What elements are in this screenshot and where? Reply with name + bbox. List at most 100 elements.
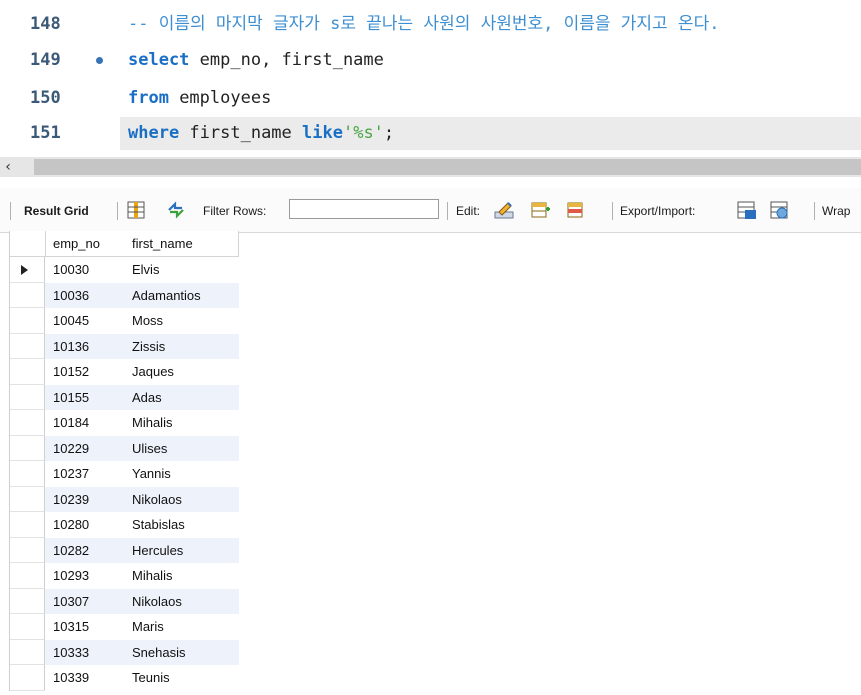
cell-emp-no[interactable]: 10282 bbox=[45, 537, 129, 563]
row-selector[interactable] bbox=[10, 410, 45, 436]
sql-statement: select emp_no, first_name bbox=[128, 44, 384, 77]
cell-first-name[interactable]: Moss bbox=[129, 308, 239, 334]
add-row-icon[interactable] bbox=[531, 201, 551, 219]
row-selector[interactable] bbox=[10, 257, 45, 283]
code-line-151[interactable]: 151 where first_name like'%s'; bbox=[0, 117, 861, 150]
line-number: 150 bbox=[30, 88, 61, 108]
sql-string: '%s' bbox=[342, 123, 384, 143]
sql-text: first_name bbox=[179, 123, 303, 143]
sql-text: employees bbox=[168, 88, 272, 108]
row-selector[interactable] bbox=[10, 486, 45, 512]
sql-keyword: like bbox=[302, 123, 343, 143]
sql-statement: where first_name like'%s'; bbox=[128, 117, 394, 150]
sql-text: emp_no, first_name bbox=[189, 50, 384, 70]
cell-first-name[interactable]: Yannis bbox=[129, 461, 239, 487]
edit-pencil-icon[interactable] bbox=[494, 201, 514, 219]
sql-statement: from employees bbox=[128, 82, 271, 115]
cell-emp-no[interactable]: 10036 bbox=[45, 282, 129, 308]
filter-rows-input[interactable] bbox=[289, 199, 439, 219]
wrap-cell-content-label[interactable]: Wrap bbox=[822, 204, 850, 218]
row-selector[interactable] bbox=[10, 588, 45, 614]
code-line-149[interactable]: 149 select emp_no, first_name bbox=[0, 44, 861, 77]
cell-emp-no[interactable]: 10030 bbox=[45, 257, 129, 283]
scroll-left-icon[interactable]: ‹ bbox=[0, 157, 16, 177]
code-line-148[interactable]: 148 -- 이름의 마지막 글자가 s로 끝나는 사원의 사원번호, 이름을 … bbox=[0, 8, 861, 41]
cell-emp-no[interactable]: 10293 bbox=[45, 563, 129, 589]
cell-first-name[interactable]: Mihalis bbox=[129, 563, 239, 589]
scrollbar-thumb[interactable] bbox=[34, 159, 861, 175]
cell-first-name[interactable]: Teunis bbox=[129, 665, 239, 691]
refresh-icon[interactable] bbox=[166, 201, 186, 219]
row-selector[interactable] bbox=[10, 614, 45, 640]
cell-first-name[interactable]: Zissis bbox=[129, 333, 239, 359]
row-selector[interactable] bbox=[10, 665, 45, 691]
cell-emp-no[interactable]: 10136 bbox=[45, 333, 129, 359]
cell-emp-no[interactable]: 10315 bbox=[45, 614, 129, 640]
cell-emp-no[interactable]: 10229 bbox=[45, 435, 129, 461]
sql-text: ; bbox=[383, 123, 395, 143]
cell-first-name[interactable]: Adas bbox=[129, 384, 239, 410]
row-selector[interactable] bbox=[10, 537, 45, 563]
cell-first-name[interactable]: Mihalis bbox=[129, 410, 239, 436]
line-number: 149 bbox=[30, 50, 61, 70]
cell-emp-no[interactable]: 10239 bbox=[45, 486, 129, 512]
result-grid-tab[interactable]: Result Grid bbox=[24, 204, 89, 218]
row-selector[interactable] bbox=[10, 308, 45, 334]
cell-first-name[interactable]: Ulises bbox=[129, 435, 239, 461]
sql-comment: -- 이름의 마지막 글자가 s로 끝나는 사원의 사원번호, 이름을 가지고 … bbox=[128, 14, 720, 34]
line-number: 148 bbox=[30, 14, 61, 34]
import-icon[interactable] bbox=[770, 201, 790, 219]
toolbar-divider bbox=[117, 202, 118, 220]
sql-editor[interactable]: 148 -- 이름의 마지막 글자가 s로 끝나는 사원의 사원번호, 이름을 … bbox=[0, 0, 861, 155]
export-icon[interactable] bbox=[737, 201, 757, 219]
statement-marker-icon bbox=[96, 57, 103, 64]
toolbar-divider bbox=[612, 202, 613, 220]
horizontal-scrollbar[interactable]: ‹ bbox=[0, 157, 861, 177]
sql-keyword: from bbox=[128, 88, 169, 108]
cell-emp-no[interactable]: 10307 bbox=[45, 588, 129, 614]
cell-first-name[interactable]: Stabislas bbox=[129, 512, 239, 538]
current-row-arrow-icon bbox=[21, 265, 28, 275]
toolbar-divider bbox=[814, 202, 815, 220]
row-selector[interactable] bbox=[10, 461, 45, 487]
cell-emp-no[interactable]: 10333 bbox=[45, 639, 129, 665]
sql-keyword: select bbox=[128, 50, 190, 70]
row-selector[interactable] bbox=[10, 359, 45, 385]
row-selector[interactable] bbox=[10, 384, 45, 410]
toolbar-divider bbox=[10, 202, 11, 220]
toolbar-divider bbox=[447, 202, 448, 220]
cell-first-name[interactable]: Hercules bbox=[129, 537, 239, 563]
row-selector-header[interactable] bbox=[10, 231, 46, 257]
cell-first-name[interactable]: Snehasis bbox=[129, 639, 239, 665]
cell-emp-no[interactable]: 10184 bbox=[45, 410, 129, 436]
cell-first-name[interactable]: Jaques bbox=[129, 359, 239, 385]
export-import-label: Export/Import: bbox=[620, 204, 696, 218]
column-header-first-name[interactable]: first_name bbox=[129, 231, 239, 257]
row-selector[interactable] bbox=[10, 435, 45, 461]
row-selector[interactable] bbox=[10, 282, 45, 308]
row-selector[interactable] bbox=[10, 512, 45, 538]
row-selector[interactable] bbox=[10, 333, 45, 359]
cell-emp-no[interactable]: 10339 bbox=[45, 665, 129, 691]
result-toolbar: Result Grid Filter Rows: Edit: Export/Im… bbox=[0, 188, 861, 233]
line-number: 151 bbox=[30, 123, 61, 143]
delete-row-icon[interactable] bbox=[567, 201, 587, 219]
cell-first-name[interactable]: Adamantios bbox=[129, 282, 239, 308]
cell-first-name[interactable]: Elvis bbox=[129, 257, 239, 283]
column-layout-icon[interactable] bbox=[126, 201, 146, 219]
cell-first-name[interactable]: Maris bbox=[129, 614, 239, 640]
row-selector[interactable] bbox=[10, 639, 45, 665]
cell-emp-no[interactable]: 10280 bbox=[45, 512, 129, 538]
result-grid[interactable]: emp_no first_name 10030 Elvis 10036 Adamant… bbox=[9, 231, 239, 691]
cell-emp-no[interactable]: 10152 bbox=[45, 359, 129, 385]
cell-emp-no[interactable]: 10237 bbox=[45, 461, 129, 487]
cell-first-name[interactable]: Nikolaos bbox=[129, 486, 239, 512]
filter-rows-label: Filter Rows: bbox=[203, 204, 267, 218]
row-selector[interactable] bbox=[10, 563, 45, 589]
cell-emp-no[interactable]: 10155 bbox=[45, 384, 129, 410]
code-line-150[interactable]: 150 from employees bbox=[0, 82, 861, 115]
column-header-emp-no[interactable]: emp_no bbox=[46, 231, 130, 257]
cell-first-name[interactable]: Nikolaos bbox=[129, 588, 239, 614]
cell-emp-no[interactable]: 10045 bbox=[45, 308, 129, 334]
sql-keyword: where bbox=[128, 123, 180, 143]
